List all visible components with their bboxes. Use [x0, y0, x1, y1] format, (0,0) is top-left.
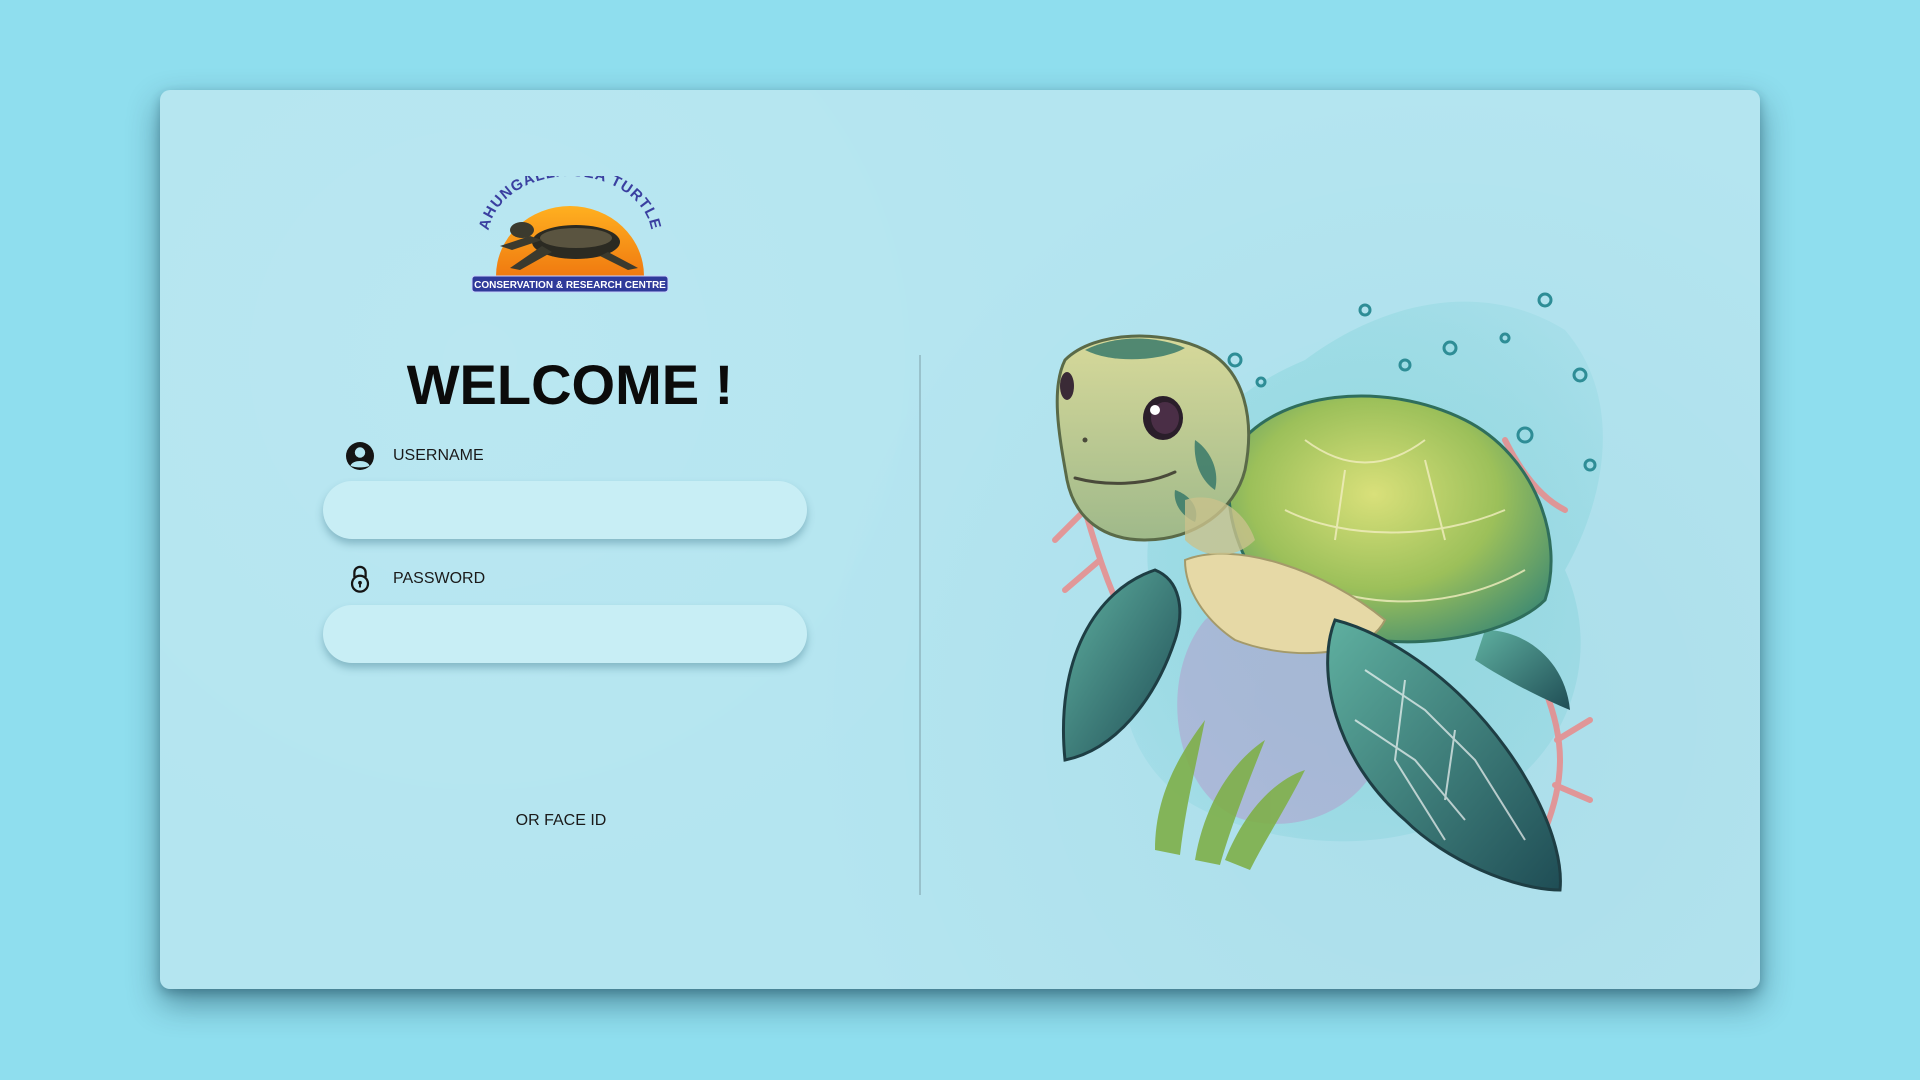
- vertical-divider: [919, 355, 921, 895]
- password-input[interactable]: [323, 605, 807, 663]
- password-label-row: PASSWORD: [345, 564, 485, 594]
- username-label-row: USERNAME: [345, 441, 484, 471]
- sea-turtle-illustration: [1052, 292, 1603, 892]
- face-id-link[interactable]: OR FACE ID: [480, 812, 642, 830]
- login-card: AHUNGALLA SEA TURTLE CONSERVATION & RESE…: [160, 90, 1760, 989]
- welcome-heading: WELCOME !: [406, 353, 734, 416]
- logo-banner-text: CONSERVATION & RESEARCH CENTRE: [474, 280, 666, 291]
- user-circle-icon: [346, 442, 374, 470]
- username-label: USERNAME: [393, 447, 484, 464]
- sea-turtle-centre-logo: AHUNGALLA SEA TURTLE CONSERVATION & RESE…: [471, 176, 669, 293]
- padlock-icon: [350, 565, 370, 593]
- username-input[interactable]: [323, 481, 807, 539]
- password-label: PASSWORD: [393, 570, 486, 587]
